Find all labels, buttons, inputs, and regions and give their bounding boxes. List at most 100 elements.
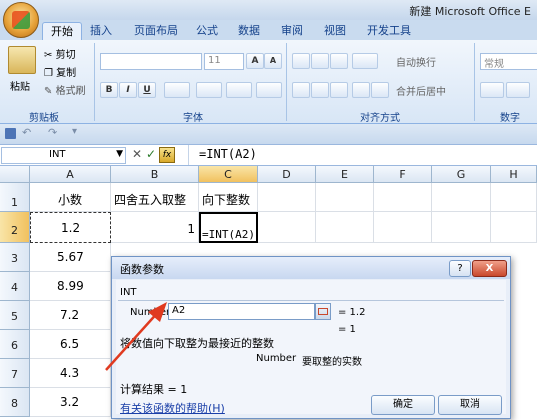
row-header-4[interactable]: 4 xyxy=(0,272,30,301)
column-header-b[interactable]: B xyxy=(111,166,199,183)
column-header-a[interactable]: A xyxy=(30,166,111,183)
font-size-box[interactable]: 11 xyxy=(204,53,244,70)
format-painter-button[interactable]: ✎ 格式刷 xyxy=(44,82,86,97)
cell-g2[interactable] xyxy=(432,212,491,243)
cell-c1[interactable]: 向下整数 xyxy=(199,183,258,212)
redo-icon[interactable]: ↷ xyxy=(48,126,57,139)
decrease-indent-button[interactable] xyxy=(352,82,370,98)
office-button[interactable] xyxy=(3,2,39,38)
cancel-icon[interactable]: ✕ xyxy=(132,147,142,161)
cell-a7[interactable]: 4.3 xyxy=(30,359,111,388)
align-bottom-button[interactable] xyxy=(330,53,348,69)
cell-f1[interactable] xyxy=(374,183,432,212)
name-box[interactable]: INT ▼ xyxy=(1,147,126,164)
tab-home[interactable]: 开始 xyxy=(42,22,82,41)
font-name-box[interactable] xyxy=(100,53,202,70)
align-left-button[interactable] xyxy=(292,82,310,98)
tab-page-layout[interactable]: 页面布局 xyxy=(128,22,184,40)
percent-button[interactable] xyxy=(506,82,530,98)
cell-a1[interactable]: 小数 xyxy=(30,183,111,212)
column-header-g[interactable]: G xyxy=(432,166,491,183)
cell-h2[interactable] xyxy=(491,212,537,243)
row-header-5[interactable]: 5 xyxy=(0,301,30,330)
cell-a4[interactable]: 8.99 xyxy=(30,272,111,301)
copy-button[interactable]: ❐ 复制 xyxy=(44,64,76,79)
tab-insert[interactable]: 插入 xyxy=(86,22,116,40)
align-center-button[interactable] xyxy=(311,82,329,98)
ribbon: 粘贴 ✂ 剪切 ❐ 复制 ✎ 格式刷 剪贴板 11 A A B I U 字体 自… xyxy=(0,40,537,124)
cell-a3[interactable]: 5.67 xyxy=(30,243,111,272)
fill-color-button[interactable] xyxy=(196,82,222,98)
number-arg-input[interactable]: A2 xyxy=(168,303,315,320)
tab-review[interactable]: 审阅 xyxy=(277,22,307,40)
cell-h1[interactable] xyxy=(491,183,537,212)
row-header-7[interactable]: 7 xyxy=(0,359,30,388)
row-header-8[interactable]: 8 xyxy=(0,388,30,417)
bold-button[interactable]: B xyxy=(100,82,118,98)
cell-a6[interactable]: 6.5 xyxy=(30,330,111,359)
cell-b2[interactable]: 1 xyxy=(111,212,199,243)
phonetic-button[interactable] xyxy=(256,82,282,98)
italic-button[interactable]: I xyxy=(119,82,137,98)
paste-button[interactable]: 粘贴 xyxy=(10,78,30,93)
merge-center-button[interactable]: 合并后居中 xyxy=(396,83,446,98)
tab-data[interactable]: 数据 xyxy=(234,22,264,40)
formula-input[interactable]: =INT(A2) xyxy=(199,147,257,161)
row-header-6[interactable]: 6 xyxy=(0,330,30,359)
cell-a2[interactable]: 1.2 xyxy=(30,212,111,243)
name-box-dropdown-icon[interactable]: ▼ xyxy=(116,149,123,159)
border-button[interactable] xyxy=(164,82,190,98)
column-header-h[interactable]: H xyxy=(491,166,537,183)
row-header-3[interactable]: 3 xyxy=(0,243,30,272)
dialog-title-bar[interactable]: 函数参数 ? X xyxy=(112,257,510,279)
paste-icon[interactable] xyxy=(8,46,36,74)
column-header-e[interactable]: E xyxy=(316,166,374,183)
tab-view[interactable]: 视图 xyxy=(320,22,350,40)
column-header-d[interactable]: D xyxy=(258,166,316,183)
cell-b1[interactable]: 四舍五入取整 xyxy=(111,183,199,212)
row-header-2[interactable]: 2 xyxy=(0,212,30,243)
cut-label: 剪切 xyxy=(55,50,76,61)
close-button[interactable]: X xyxy=(472,260,507,277)
cell-d1[interactable] xyxy=(258,183,316,212)
customize-qat-icon[interactable]: ▾ xyxy=(72,126,77,137)
increase-indent-button[interactable] xyxy=(371,82,389,98)
underline-button[interactable]: U xyxy=(138,82,156,98)
column-header-c[interactable]: C xyxy=(199,166,258,183)
cell-g1[interactable] xyxy=(432,183,491,212)
select-all-corner[interactable] xyxy=(0,166,30,183)
font-size-value: 11 xyxy=(208,55,221,66)
cell-e1[interactable] xyxy=(316,183,374,212)
cell-e2[interactable] xyxy=(316,212,374,243)
shrink-font-button[interactable]: A xyxy=(264,53,282,69)
align-top-button[interactable] xyxy=(292,53,310,69)
currency-button[interactable] xyxy=(480,82,504,98)
row-header-1[interactable]: 1 xyxy=(0,183,30,212)
cut-button[interactable]: ✂ 剪切 xyxy=(44,46,76,61)
ok-button[interactable]: 确定 xyxy=(371,395,435,415)
save-icon[interactable] xyxy=(5,128,16,139)
align-right-button[interactable] xyxy=(330,82,348,98)
insert-function-button[interactable]: fx xyxy=(159,147,175,163)
cell-a5[interactable]: 7.2 xyxy=(30,301,111,330)
align-middle-button[interactable] xyxy=(311,53,329,69)
cell-a8[interactable]: 3.2 xyxy=(30,388,111,417)
group-separator xyxy=(286,43,287,121)
help-link[interactable]: 有关该函数的帮助(H) xyxy=(120,400,225,416)
cell-c2-active[interactable]: =INT(A2) xyxy=(199,212,258,243)
tab-formulas[interactable]: 公式 xyxy=(192,22,222,40)
cell-f2[interactable] xyxy=(374,212,432,243)
undo-icon[interactable]: ↶ xyxy=(22,126,31,139)
orientation-button[interactable] xyxy=(352,53,378,69)
font-color-button[interactable] xyxy=(226,82,252,98)
enter-icon[interactable]: ✓ xyxy=(146,147,156,161)
wrap-text-button[interactable]: 自动换行 xyxy=(396,54,436,69)
tab-developer[interactable]: 开发工具 xyxy=(362,22,416,40)
cancel-button[interactable]: 取消 xyxy=(438,395,502,415)
grow-font-button[interactable]: A xyxy=(246,53,264,69)
number-format-box[interactable]: 常规 xyxy=(480,53,537,70)
cell-d2[interactable] xyxy=(258,212,316,243)
collapse-dialog-icon[interactable] xyxy=(315,303,331,320)
help-button[interactable]: ? xyxy=(449,260,471,277)
column-header-f[interactable]: F xyxy=(374,166,432,183)
